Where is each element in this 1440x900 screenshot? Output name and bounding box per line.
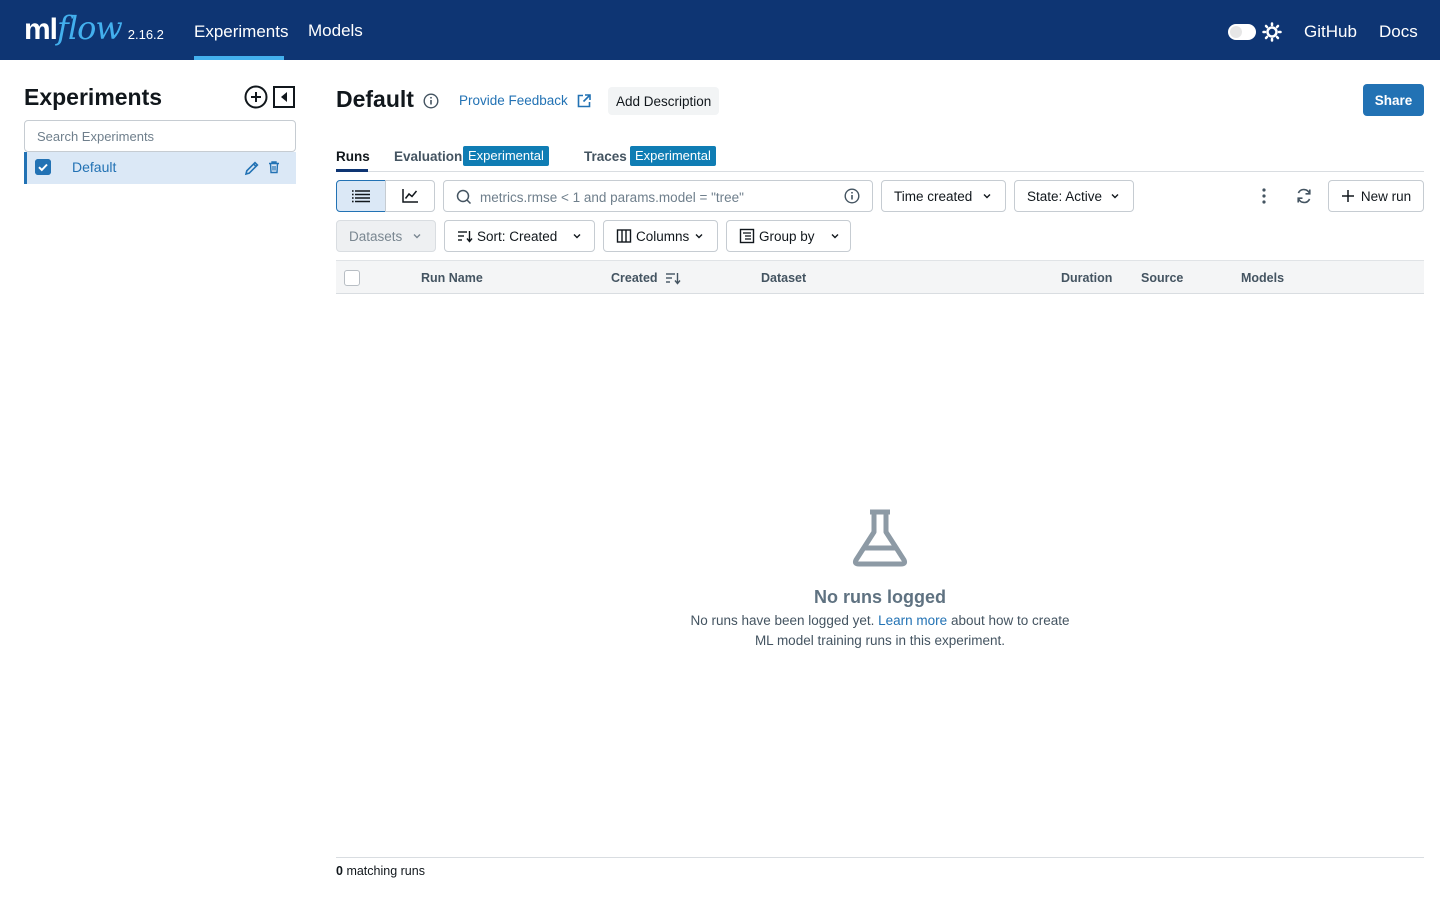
group-by-label: Group by — [759, 228, 815, 244]
column-header-run-name[interactable]: Run Name — [421, 271, 483, 285]
empty-state-description: No runs have been logged yet. Learn more… — [680, 611, 1080, 651]
collapse-sidebar-icon[interactable] — [272, 85, 296, 109]
sort-icon — [458, 231, 473, 243]
select-all-checkbox[interactable] — [344, 270, 360, 286]
experiment-checkbox[interactable] — [35, 159, 51, 175]
sort-label: Sort: Created — [477, 228, 558, 244]
active-tab-indicator — [336, 169, 368, 172]
runs-search-input[interactable] — [480, 187, 840, 207]
external-link-icon[interactable] — [576, 93, 592, 109]
experimental-badge: Experimental — [463, 146, 549, 166]
chevron-down-icon — [695, 234, 703, 239]
runs-table-header: Run Name Created Dataset Duration Source… — [336, 260, 1424, 294]
info-icon[interactable] — [844, 188, 860, 204]
provide-feedback-link[interactable]: Provide Feedback — [459, 93, 568, 108]
experiment-name[interactable]: Default — [72, 159, 116, 175]
state-label: State: Active — [1027, 188, 1103, 204]
state-dropdown[interactable]: State: Active — [1014, 180, 1134, 212]
tab-runs[interactable]: Runs — [336, 149, 370, 164]
tabs-divider — [336, 171, 1424, 172]
add-description-button[interactable]: Add Description — [608, 87, 720, 115]
group-by-dropdown[interactable]: Group by — [726, 220, 851, 252]
chevron-down-icon — [983, 194, 991, 199]
add-experiment-icon[interactable] — [244, 85, 268, 109]
chevron-down-icon — [413, 234, 421, 239]
empty-state-title: No runs logged — [814, 587, 946, 607]
experimental-badge: Experimental — [630, 146, 716, 166]
time-created-label: Time created — [894, 188, 973, 204]
columns-label: Columns — [636, 228, 690, 244]
top-nav-bar: ml flow 2.16.2 Experiments Models GitHub… — [0, 0, 1440, 60]
chart-view-toggle[interactable] — [385, 180, 435, 212]
datasets-dropdown[interactable]: Datasets — [336, 220, 436, 252]
column-header-created[interactable]: Created — [611, 271, 658, 285]
runs-search-box[interactable] — [443, 180, 873, 212]
logo-ml: ml — [24, 13, 58, 46]
plus-icon — [1341, 190, 1354, 202]
version-label: 2.16.2 — [127, 27, 164, 42]
matching-runs-footer: 0 matching runs — [336, 864, 425, 878]
line-chart-icon — [402, 189, 418, 203]
sun-icon — [1262, 22, 1282, 42]
docs-link[interactable]: Docs — [1379, 0, 1418, 64]
refresh-icon[interactable] — [1294, 186, 1314, 206]
sidebar-title: Experiments — [24, 84, 163, 110]
share-button[interactable]: Share — [1363, 84, 1424, 116]
trash-icon[interactable] — [267, 160, 281, 174]
tab-evaluation[interactable]: Evaluation — [394, 149, 462, 164]
matching-runs-count: 0 — [336, 864, 343, 878]
pencil-icon[interactable] — [244, 160, 260, 176]
info-icon[interactable] — [423, 93, 439, 109]
page-title: Default — [336, 86, 414, 112]
tab-traces[interactable]: Traces — [584, 149, 627, 164]
chevron-down-icon — [573, 234, 581, 239]
sort-dropdown[interactable]: Sort: Created — [444, 220, 595, 252]
github-link[interactable]: GitHub — [1304, 0, 1357, 64]
chevron-down-icon — [1111, 194, 1119, 199]
empty-text-before: No runs have been logged yet. — [690, 613, 875, 628]
column-header-models[interactable]: Models — [1241, 271, 1284, 285]
learn-more-link[interactable]: Learn more — [878, 613, 947, 628]
columns-dropdown[interactable]: Columns — [603, 220, 718, 252]
experiment-item-default[interactable]: Default — [24, 152, 296, 184]
nav-experiments[interactable]: Experiments — [194, 0, 288, 60]
beaker-icon — [852, 509, 908, 567]
new-run-label: New run — [1360, 188, 1412, 204]
chevron-down-icon — [831, 234, 839, 239]
matching-runs-label: matching runs — [346, 864, 425, 878]
columns-icon — [616, 229, 632, 243]
search-experiments-input[interactable] — [24, 120, 296, 152]
sort-descending-icon[interactable] — [665, 270, 681, 286]
time-created-dropdown[interactable]: Time created — [881, 180, 1006, 212]
list-icon — [352, 190, 370, 203]
more-options-icon[interactable] — [1254, 186, 1274, 206]
logo-flow: flow — [57, 9, 123, 47]
nav-models[interactable]: Models — [308, 0, 363, 60]
column-header-duration[interactable]: Duration — [1061, 271, 1112, 285]
new-run-button[interactable]: New run — [1328, 180, 1424, 212]
list-view-toggle[interactable] — [336, 180, 386, 212]
column-header-source[interactable]: Source — [1141, 271, 1183, 285]
group-icon — [739, 228, 755, 244]
mlflow-logo[interactable]: ml flow 2.16.2 — [24, 8, 164, 52]
column-header-dataset[interactable]: Dataset — [761, 271, 806, 285]
datasets-label: Datasets — [349, 228, 403, 244]
footer-divider — [336, 857, 1424, 858]
search-icon — [456, 189, 472, 205]
dark-mode-toggle[interactable] — [1228, 24, 1256, 40]
